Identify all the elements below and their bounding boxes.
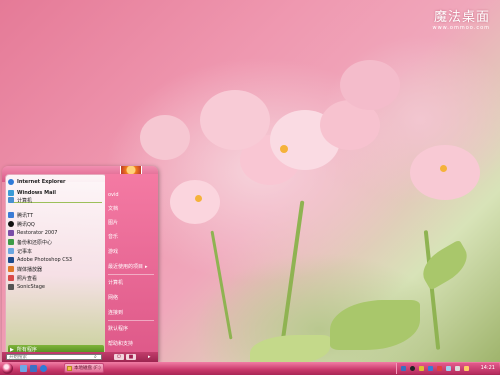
quicklaunch-switch-windows-icon[interactable] [30,365,37,372]
start-search-input[interactable] [6,354,102,360]
flower-petal [280,145,288,153]
ie-icon [8,179,14,185]
place-label: 默认程序 [108,326,129,332]
place-item-default-programs[interactable]: 默认程序 [108,324,156,333]
flower-petal [410,145,480,200]
lock-button[interactable]: ■ [126,354,136,360]
taskbar-window-button[interactable]: 本地磁盘 (F:) [64,363,104,373]
power-icon: ⏻ [117,354,121,360]
start-menu: Internet Explorer Windows Mail 计算机 腾讯TT … [2,166,158,362]
flower-petal [195,195,202,202]
program-label: Adobe Photoshop CS3 [17,257,73,263]
power-options-arrow-icon[interactable]: ▸ [148,354,151,360]
restorator-icon [8,230,14,236]
program-label: 记事本 [17,248,33,255]
lock-icon: ■ [128,354,134,360]
flower-stem [279,200,305,350]
program-label: Internet Explorer [17,179,66,185]
leaf [250,335,330,362]
media-player-icon [8,266,14,272]
taskbar-window-label: 本地磁盘 (F:) [74,366,101,371]
brand-url: www.ommoo.com [432,25,490,31]
quicklaunch-desktop-icon[interactable] [20,365,27,372]
place-item-computer[interactable]: 计算机 [108,278,156,287]
place-item-connect-to[interactable]: 连接到 [108,308,156,317]
flower-petal [200,90,270,150]
places-separator [108,320,154,321]
tray-qq-icon[interactable] [410,366,415,371]
place-label: 图片 [108,220,119,226]
place-item-documents[interactable]: 文档 [108,204,156,213]
place-item-user[interactable]: ovid [108,190,156,199]
qq-icon [8,221,14,227]
power-button[interactable]: ⏻ [114,354,124,360]
tray-security-icon[interactable] [419,366,424,371]
program-label: 备份和还原中心 [17,239,53,246]
place-item-pictures[interactable]: 图片 [108,218,156,227]
flower-petal [170,180,220,224]
place-item-recent[interactable]: 最近使用的项目 ▸ [108,262,156,271]
flower-stem [423,230,441,350]
photo-viewer-icon [8,275,14,281]
recent-item-sonicstage[interactable]: SonicStage [8,282,104,292]
program-label: 媒体播放器 [17,266,43,273]
program-label: 腾讯QQ [17,221,35,228]
place-label: 帮助和支持 [108,341,134,347]
notepad-icon [8,248,14,254]
tray-language-icon[interactable] [401,366,406,371]
program-label: Restorator 2007 [17,230,58,236]
flower-petal [340,60,400,110]
place-item-games[interactable]: 游戏 [108,247,156,256]
place-label: 音乐 [108,234,119,240]
brand-title: 魔法桌面 [433,10,490,25]
place-label: 连接到 [108,310,124,316]
clock[interactable]: 14:21 [481,364,495,373]
place-item-network[interactable]: 网络 [108,293,156,302]
program-label: 计算机 [17,197,33,204]
photoshop-icon [8,257,14,263]
program-label: SonicStage [17,284,45,290]
tray-antivirus-icon[interactable] [437,366,442,371]
place-label: 网络 [108,295,119,301]
program-label: 腾讯TT [17,212,34,219]
tray-tt-icon[interactable] [428,366,433,371]
tray-volume-icon[interactable] [455,366,460,371]
recent-item-computer[interactable]: 计算机 [8,195,104,205]
sonicstage-icon [8,284,14,290]
search-icon[interactable]: ⌕ [94,354,100,360]
tray-power-icon[interactable] [464,366,469,371]
programs-pane: Internet Explorer Windows Mail 计算机 腾讯TT … [5,174,107,358]
program-label: 照片查看 [17,275,38,282]
place-label: ovid [108,191,119,198]
place-label: 计算机 [108,280,124,286]
place-label: 文档 [108,206,119,212]
places-pane: ovid 文档 图片 音乐 游戏 最近使用的项目 ▸ 计算机 网络 连接到 默认程… [105,174,158,356]
leaf [330,300,420,350]
flower-stem [210,230,233,340]
tray-network-icon[interactable] [446,366,451,371]
place-item-music[interactable]: 音乐 [108,232,156,241]
folder-icon [67,365,72,371]
place-label: 最近使用的项目 [108,264,144,270]
backup-icon [8,239,14,245]
pinned-item-internet-explorer[interactable]: Internet Explorer [8,177,104,187]
flower-petal [140,115,190,160]
quicklaunch-ie-icon[interactable] [40,365,47,372]
place-item-help[interactable]: 帮助和支持 [108,339,156,348]
computer-icon [8,197,14,203]
start-button[interactable] [2,363,13,374]
places-separator [108,274,154,275]
tt-icon [8,212,14,218]
start-menu-footer: ⌕ ⏻ ■ ▸ [2,352,158,362]
arrow-right-icon: ▸ [145,263,148,270]
taskbar: 本地磁盘 (F:) 14:21 [0,362,500,375]
system-tray: 14:21 [396,363,499,374]
flower-petal [440,165,447,172]
place-label: 游戏 [108,249,119,255]
brand-watermark: 魔法桌面 www.ommoo.com [433,6,491,31]
